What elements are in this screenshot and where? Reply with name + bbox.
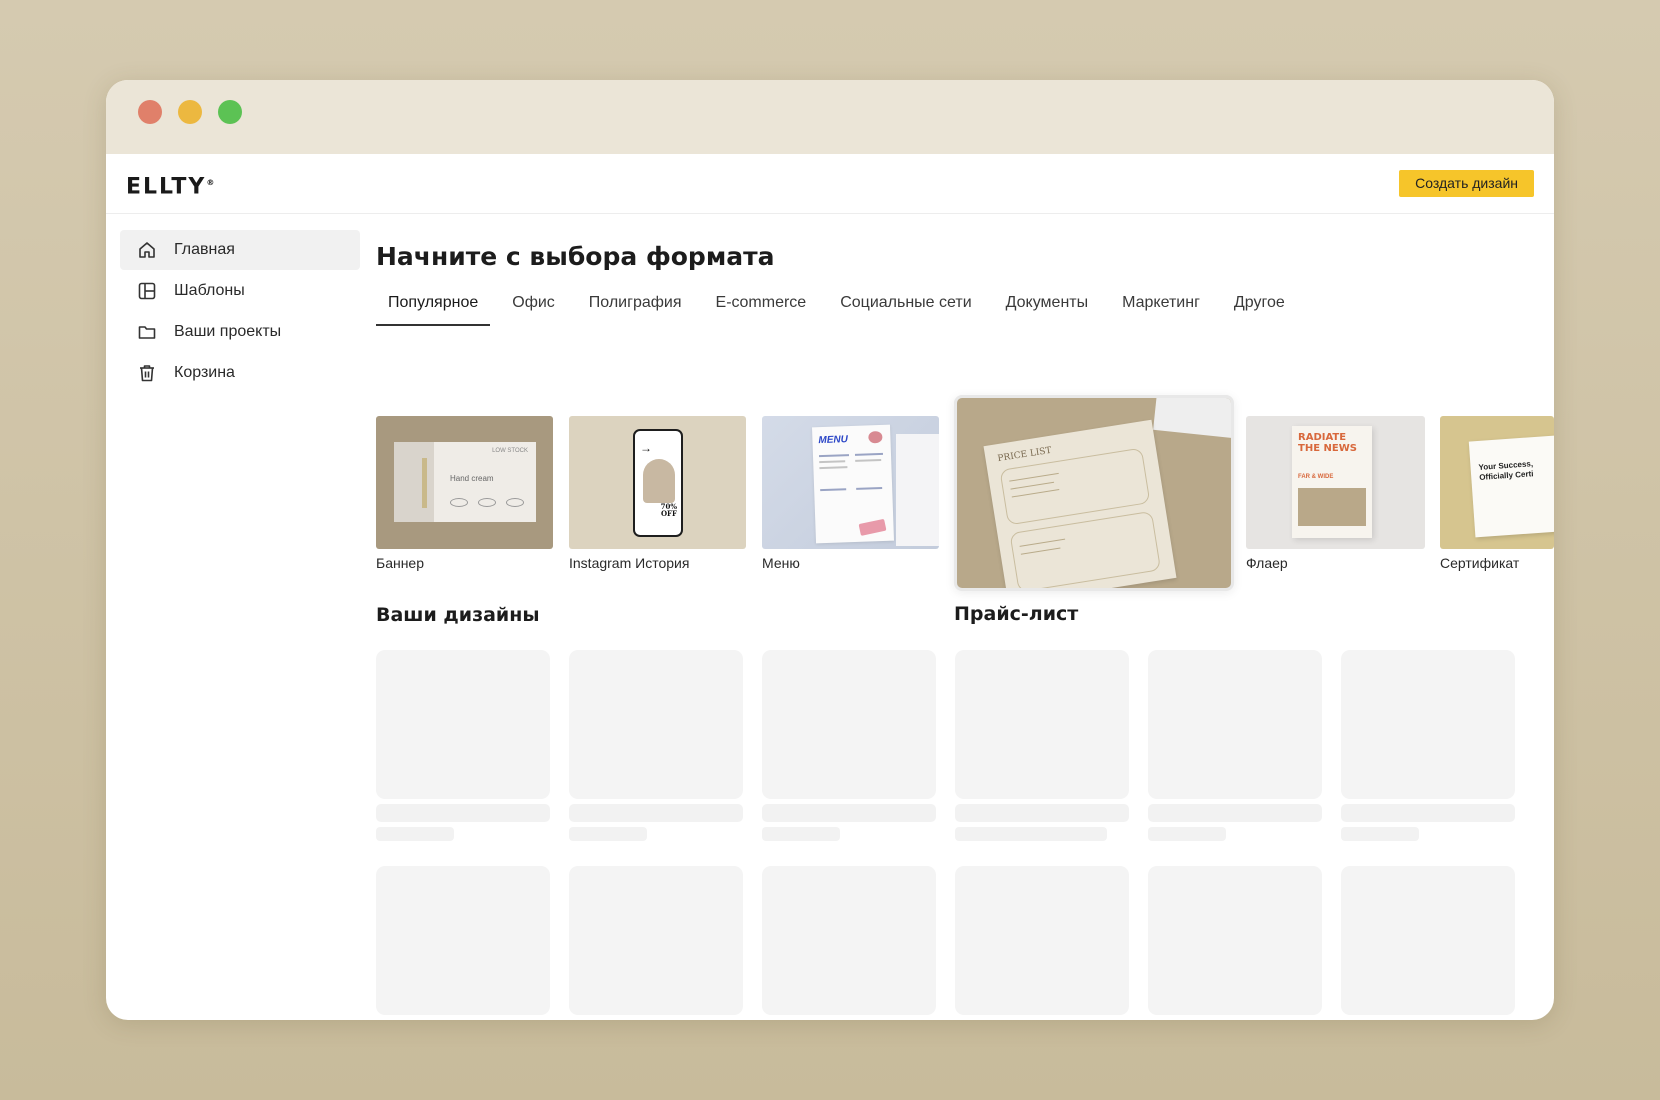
instagram-story-thumbnail: → 70% OFF xyxy=(569,416,746,549)
skeleton-card xyxy=(569,866,743,1020)
format-label: Сертификат xyxy=(1440,555,1520,571)
ellty-logo[interactable]: ELLTY® xyxy=(126,169,214,200)
skeleton-card xyxy=(569,650,743,846)
tab-documents[interactable]: Документы xyxy=(994,286,1100,326)
skeleton-card xyxy=(1148,866,1322,1020)
sidebar-item-label: Корзина xyxy=(174,364,235,381)
browser-window: ELLTY® Создать дизайн Главная Шаблоны Ва… xyxy=(106,80,1554,1020)
app-header: ELLTY® Создать дизайн xyxy=(106,154,1554,214)
format-card-banner[interactable]: LOW STOCK Hand cream Баннер xyxy=(376,416,553,571)
sidebar-item-templates[interactable]: Шаблоны xyxy=(120,271,360,311)
templates-icon xyxy=(136,280,158,302)
your-designs-title: Ваши дизайны xyxy=(376,604,540,626)
skeleton-row xyxy=(376,866,1515,1020)
tab-print[interactable]: Полиграфия xyxy=(577,286,694,326)
format-label: Прайс-лист xyxy=(954,603,1079,625)
sidebar-item-label: Шаблоны xyxy=(174,282,245,299)
tab-other[interactable]: Другое xyxy=(1222,286,1297,326)
format-label: Флаер xyxy=(1246,555,1288,571)
logo-text: ELLTY xyxy=(126,174,207,200)
format-card-price-list[interactable]: PRICE LIST Прайс-лист xyxy=(954,395,1234,625)
sidebar-item-label: Ваши проекты xyxy=(174,323,282,340)
sidebar: Главная Шаблоны Ваши проекты Корзина xyxy=(120,230,360,394)
trash-icon xyxy=(136,362,158,384)
sidebar-item-home[interactable]: Главная xyxy=(120,230,360,270)
skeleton-card xyxy=(955,650,1129,846)
format-label: Меню xyxy=(762,555,800,571)
format-card-flyer[interactable]: RADIATE THE NEWS FAR & WIDE Флаер xyxy=(1246,416,1425,571)
sidebar-item-trash[interactable]: Корзина xyxy=(120,353,360,393)
skeleton-card xyxy=(376,866,550,1020)
format-tabs: Популярное Офис Полиграфия E-commerce Со… xyxy=(376,286,1554,326)
menu-thumbnail: MENU xyxy=(762,416,939,549)
tab-office[interactable]: Офис xyxy=(500,286,567,326)
home-icon xyxy=(136,239,158,261)
skeleton-card xyxy=(1341,650,1515,846)
tab-marketing[interactable]: Маркетинг xyxy=(1110,286,1212,326)
maximize-window-button[interactable] xyxy=(218,100,242,124)
skeleton-card xyxy=(762,650,936,846)
window-titlebar xyxy=(106,80,1554,154)
skeleton-card xyxy=(762,866,936,1020)
page-title: Начните с выбора формата xyxy=(376,242,775,271)
skeleton-card xyxy=(1148,650,1322,846)
format-card-instagram-story[interactable]: → 70% OFF Instagram История xyxy=(569,416,746,571)
skeleton-card xyxy=(376,650,550,846)
format-label: Instagram История xyxy=(569,555,690,571)
sidebar-item-projects[interactable]: Ваши проекты xyxy=(120,312,360,352)
format-label: Баннер xyxy=(376,555,425,571)
tab-popular[interactable]: Популярное xyxy=(376,286,491,326)
banner-thumbnail: LOW STOCK Hand cream xyxy=(376,416,553,549)
price-list-thumbnail: PRICE LIST xyxy=(954,395,1234,591)
sidebar-item-label: Главная xyxy=(174,241,235,258)
main-content: Начните с выбора формата Популярное Офис… xyxy=(376,230,1554,1015)
create-design-button[interactable]: Создать дизайн xyxy=(1399,170,1534,197)
tab-ecommerce[interactable]: E-commerce xyxy=(704,286,819,326)
close-window-button[interactable] xyxy=(138,100,162,124)
skeleton-card xyxy=(1341,866,1515,1020)
tab-social[interactable]: Социальные сети xyxy=(828,286,983,326)
designs-skeleton-grid xyxy=(376,650,1515,1020)
format-card-certificate[interactable]: Your Success, Officially Certi Сертифика… xyxy=(1440,416,1554,571)
skeleton-card xyxy=(955,866,1129,1020)
flyer-thumbnail: RADIATE THE NEWS FAR & WIDE xyxy=(1246,416,1425,549)
folder-icon xyxy=(136,321,158,343)
minimize-window-button[interactable] xyxy=(178,100,202,124)
certificate-thumbnail: Your Success, Officially Certi xyxy=(1440,416,1554,549)
format-card-menu[interactable]: MENU Меню xyxy=(762,416,939,571)
skeleton-row xyxy=(376,650,1515,846)
format-carousel: LOW STOCK Hand cream Баннер → 70% OFF In… xyxy=(376,395,1554,625)
